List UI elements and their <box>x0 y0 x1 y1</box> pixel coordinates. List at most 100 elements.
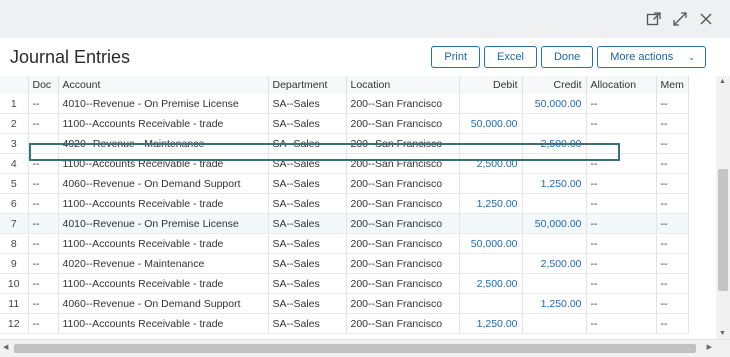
column-header-debit[interactable]: Debit <box>459 76 523 94</box>
cell-debit[interactable] <box>459 173 523 194</box>
cell-department[interactable]: SA--Sales <box>268 273 347 294</box>
cell-allocation[interactable]: -- <box>586 213 657 234</box>
cell-memo[interactable]: -- <box>656 153 689 174</box>
scroll-down-arrow-icon[interactable]: ▼ <box>719 330 726 337</box>
cell-doc[interactable]: -- <box>28 253 59 274</box>
cell-location[interactable]: 200--San Francisco <box>346 313 460 334</box>
cell-credit[interactable]: 1,250.00 <box>522 173 587 194</box>
cell-doc[interactable]: -- <box>28 94 59 114</box>
cell-account[interactable]: 4020--Revenue - Maintenance <box>58 253 269 274</box>
horizontal-scroll-thumb[interactable] <box>14 344 696 353</box>
cell-memo[interactable]: -- <box>656 253 689 274</box>
excel-button[interactable]: Excel <box>484 46 537 68</box>
cell-allocation[interactable]: -- <box>586 293 657 314</box>
cell-credit[interactable] <box>522 113 587 134</box>
cell-credit[interactable] <box>522 233 587 254</box>
cell-department[interactable]: SA--Sales <box>268 213 347 234</box>
cell-debit[interactable]: 1,250.00 <box>459 313 523 334</box>
cell-allocation[interactable]: -- <box>586 253 657 274</box>
cell-department[interactable]: SA--Sales <box>268 293 347 314</box>
cell-debit[interactable] <box>459 133 523 154</box>
cell-account[interactable]: 1100--Accounts Receivable - trade <box>58 153 269 174</box>
cell-debit[interactable]: 50,000.00 <box>459 113 523 134</box>
cell-account[interactable]: 1100--Accounts Receivable - trade <box>58 193 269 214</box>
open-in-new-window-icon[interactable] <box>644 9 664 29</box>
cell-account[interactable]: 4010--Revenue - On Premise License <box>58 213 269 234</box>
cell-department[interactable]: SA--Sales <box>268 233 347 254</box>
cell-credit[interactable]: 2,500.00 <box>522 133 587 154</box>
cell-account[interactable]: 4060--Revenue - On Demand Support <box>58 293 269 314</box>
cell-debit[interactable] <box>459 253 523 274</box>
cell-memo[interactable]: -- <box>656 193 689 214</box>
cell-location[interactable]: 200--San Francisco <box>346 233 460 254</box>
cell-memo[interactable]: -- <box>656 213 689 234</box>
cell-account[interactable]: 1100--Accounts Receivable - trade <box>58 113 269 134</box>
horizontal-scrollbar[interactable]: ◀ ▶ <box>0 339 730 357</box>
cell-location[interactable]: 200--San Francisco <box>346 213 460 234</box>
cell-location[interactable]: 200--San Francisco <box>346 133 460 154</box>
cell-department[interactable]: SA--Sales <box>268 153 347 174</box>
cell-account[interactable]: 4060--Revenue - On Demand Support <box>58 173 269 194</box>
scroll-right-arrow-icon[interactable]: ▶ <box>707 343 712 351</box>
cell-doc[interactable]: -- <box>28 273 59 294</box>
cell-location[interactable]: 200--San Francisco <box>346 253 460 274</box>
cell-doc[interactable]: -- <box>28 193 59 214</box>
cell-debit[interactable]: 1,250.00 <box>459 193 523 214</box>
column-header-account[interactable]: Account <box>58 76 269 94</box>
cell-location[interactable]: 200--San Francisco <box>346 173 460 194</box>
table-row[interactable]: 3 -- 4020--Revenue - Maintenance SA--Sales 2… <box>0 133 689 154</box>
cell-location[interactable]: 200--San Francisco <box>346 193 460 214</box>
cell-memo[interactable]: -- <box>656 173 689 194</box>
cell-allocation[interactable]: -- <box>586 313 657 334</box>
cell-memo[interactable]: -- <box>656 273 689 294</box>
cell-memo[interactable]: -- <box>656 133 689 154</box>
cell-doc[interactable]: -- <box>28 113 59 134</box>
cell-account[interactable]: 1100--Accounts Receivable - trade <box>58 273 269 294</box>
cell-memo[interactable]: -- <box>656 293 689 314</box>
cell-memo[interactable]: -- <box>656 94 689 114</box>
scroll-left-arrow-icon[interactable]: ◀ <box>3 343 8 351</box>
cell-debit[interactable]: 50,000.00 <box>459 233 523 254</box>
table-row[interactable]: 4 -- 1100--Accounts Receivable - trade SA--… <box>0 153 689 174</box>
cell-location[interactable]: 200--San Francisco <box>346 94 460 114</box>
cell-credit[interactable]: 2,500.00 <box>522 253 587 274</box>
cell-department[interactable]: SA--Sales <box>268 113 347 134</box>
table-row[interactable]: 11 -- 4060--Revenue - On Demand Support SA-… <box>0 293 689 314</box>
table-row[interactable]: 1 -- 4010--Revenue - On Premise License SA-… <box>0 94 689 114</box>
cell-debit[interactable] <box>459 213 523 234</box>
cell-location[interactable]: 200--San Francisco <box>346 113 460 134</box>
cell-debit[interactable] <box>459 94 523 114</box>
cell-allocation[interactable]: -- <box>586 153 657 174</box>
cell-account[interactable]: 1100--Accounts Receivable - trade <box>58 233 269 254</box>
table-row[interactable]: 12 -- 1100--Accounts Receivable - trade SA-… <box>0 313 689 334</box>
table-row[interactable]: 5 -- 4060--Revenue - On Demand Support SA--… <box>0 173 689 194</box>
cell-doc[interactable]: -- <box>28 293 59 314</box>
cell-allocation[interactable]: -- <box>586 133 657 154</box>
cell-credit[interactable]: 50,000.00 <box>522 94 587 114</box>
cell-doc[interactable]: -- <box>28 213 59 234</box>
cell-department[interactable]: SA--Sales <box>268 133 347 154</box>
cell-doc[interactable]: -- <box>28 173 59 194</box>
cell-credit[interactable] <box>522 153 587 174</box>
cell-allocation[interactable]: -- <box>586 233 657 254</box>
print-button[interactable]: Print <box>431 46 481 68</box>
cell-debit[interactable]: 2,500.00 <box>459 153 523 174</box>
cell-location[interactable]: 200--San Francisco <box>346 153 460 174</box>
vertical-scrollbar[interactable]: ▲ ▼ <box>716 76 730 339</box>
table-row[interactable]: 6 -- 1100--Accounts Receivable - trade SA--… <box>0 193 689 214</box>
cell-department[interactable]: SA--Sales <box>268 313 347 334</box>
cell-department[interactable]: SA--Sales <box>268 94 347 114</box>
table-row[interactable]: 9 -- 4020--Revenue - Maintenance SA--Sales 2… <box>0 253 689 274</box>
cell-doc[interactable]: -- <box>28 133 59 154</box>
cell-credit[interactable] <box>522 313 587 334</box>
vertical-scroll-thumb[interactable] <box>718 169 728 291</box>
cell-credit[interactable] <box>522 193 587 214</box>
cell-account[interactable]: 4020--Revenue - Maintenance <box>58 133 269 154</box>
cell-department[interactable]: SA--Sales <box>268 173 347 194</box>
cell-credit[interactable]: 1,250.00 <box>522 293 587 314</box>
table-row[interactable]: 2 -- 1100--Accounts Receivable - trade SA--… <box>0 113 689 134</box>
cell-doc[interactable]: -- <box>28 153 59 174</box>
cell-allocation[interactable]: -- <box>586 113 657 134</box>
cell-allocation[interactable]: -- <box>586 193 657 214</box>
close-icon[interactable] <box>696 9 716 29</box>
